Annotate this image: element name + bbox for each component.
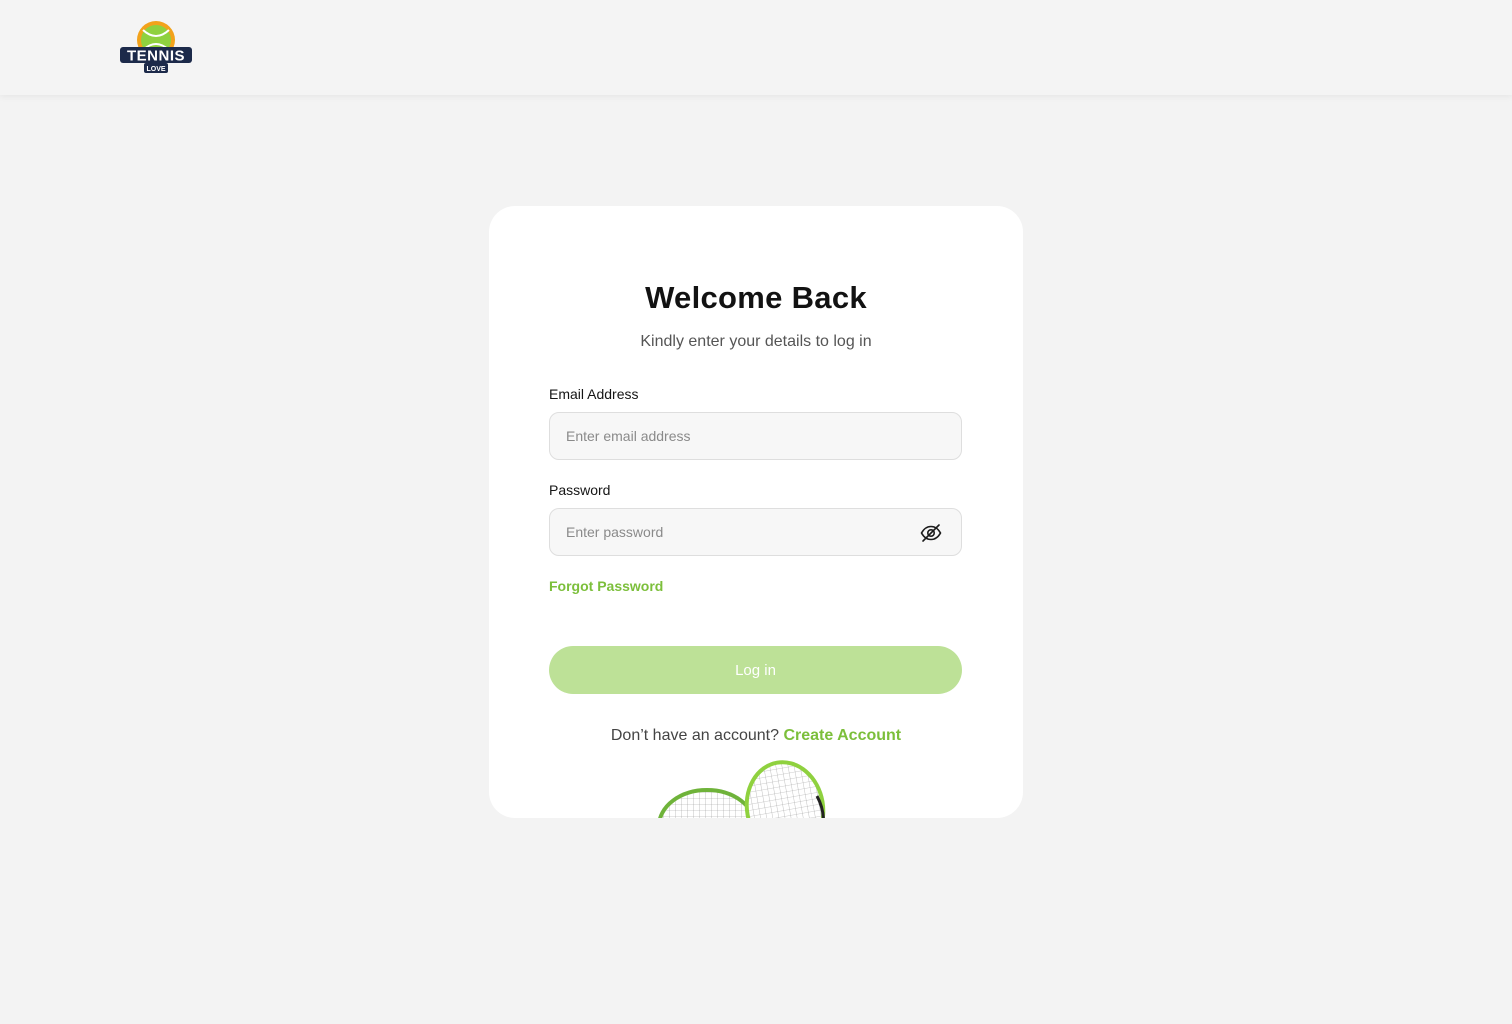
password-field[interactable] [550,509,961,555]
login-card: Welcome Back Kindly enter your details t… [489,206,1023,818]
eye-off-icon[interactable] [919,521,943,545]
page-subtitle: Kindly enter your details to log in [640,333,872,350]
logo-subtext: LOVE [146,66,165,73]
login-button[interactable]: Log in [549,646,962,694]
forgot-password-link[interactable]: Forgot Password [549,578,663,594]
email-label: Email Address [549,386,639,402]
email-field[interactable] [550,413,961,459]
top-bar: TENNIS LOVE [0,0,1512,95]
password-field-wrapper [549,508,962,556]
email-field-wrapper [549,412,962,460]
signup-prompt: Don’t have an account? Create Account [489,727,1023,745]
tennis-love-logo[interactable]: TENNIS LOVE [119,18,193,76]
tennis-rackets-illustration [657,756,837,818]
logo-text: TENNIS [127,48,185,65]
logo-graphic: TENNIS LOVE [120,21,192,73]
page-title: Welcome Back [645,280,867,315]
password-label: Password [549,482,611,498]
create-account-link[interactable]: Create Account [783,727,901,744]
signup-prompt-text: Don’t have an account? [610,727,779,744]
